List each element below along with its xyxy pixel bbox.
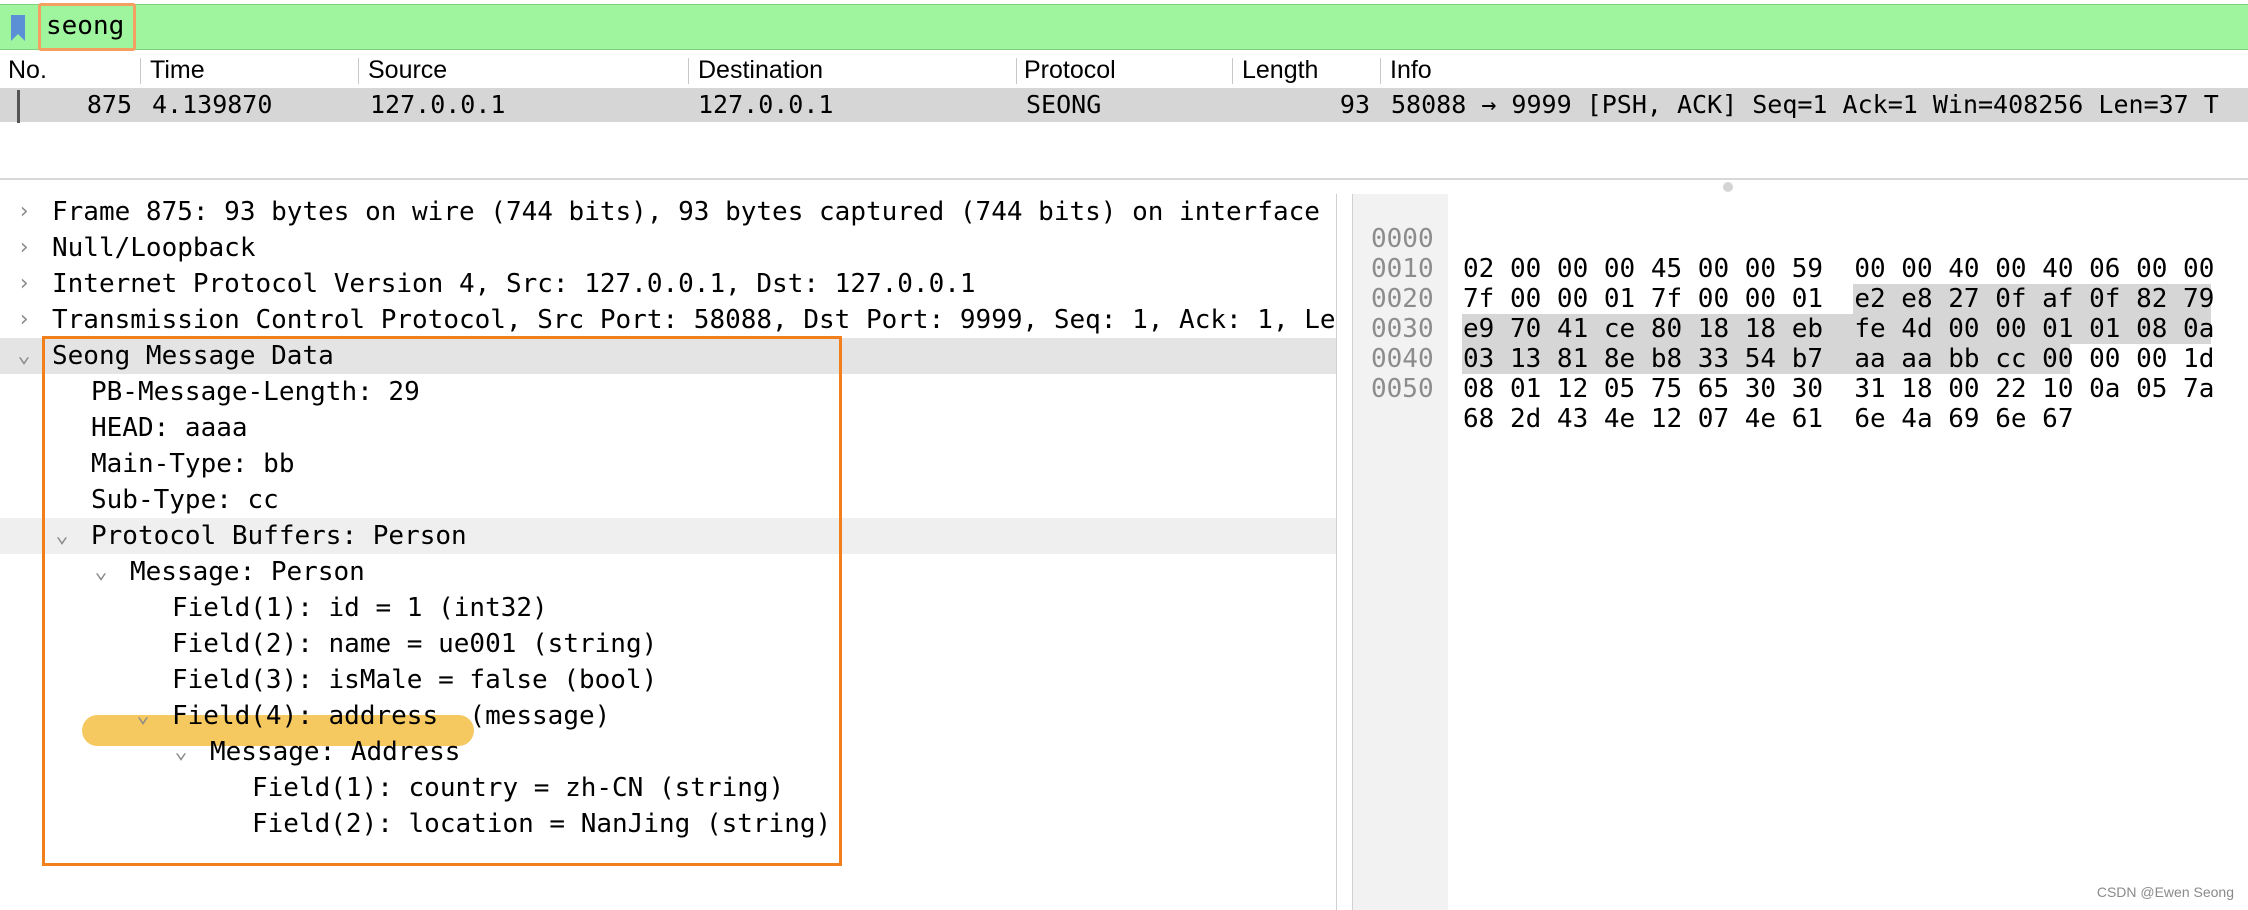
hex-bytes: 7f 00 00 01 7f 00 00 01 e2 e8 27 0f af 0… bbox=[1463, 284, 2215, 314]
packet-list-header: No. Time Source Destination Protocol Len… bbox=[0, 52, 2248, 86]
hex-row[interactable]: 0000 02 00 00 00 45 00 00 59 00 00 40 00… bbox=[1353, 194, 2214, 284]
hex-row[interactable]: 0050 68 2d 43 4e 12 07 4e 61 6e 4a 69 6e… bbox=[1353, 344, 2073, 434]
tree-label: Transmission Control Protocol, Src Port:… bbox=[52, 305, 1336, 335]
tree-label: Frame 875: 93 bytes on wire (744 bits), … bbox=[52, 197, 1320, 227]
hex-row[interactable]: 0010 7f 00 00 01 7f 00 00 01 e2 e8 27 0f… bbox=[1353, 224, 2214, 314]
pane-divider[interactable] bbox=[1336, 194, 1337, 910]
row-source: 127.0.0.1 bbox=[370, 90, 506, 119]
column-length[interactable]: Length bbox=[1234, 52, 1380, 86]
packet-bytes-pane: 0000 02 00 00 00 45 00 00 59 00 00 40 00… bbox=[1352, 194, 2248, 910]
hex-row[interactable]: 0040 08 01 12 05 75 65 30 30 31 18 00 22… bbox=[1353, 314, 2214, 404]
column-time[interactable]: Time bbox=[142, 52, 358, 86]
row-info: 58088 → 9999 [PSH, ACK] Seq=1 Ack=1 Win=… bbox=[1391, 90, 2219, 119]
hex-bytes: 08 01 12 05 75 65 30 30 31 18 00 22 10 0… bbox=[1463, 374, 2215, 404]
column-no[interactable]: No. bbox=[0, 52, 140, 86]
pane-splitter[interactable] bbox=[0, 178, 2248, 180]
tree-row-null-loopback[interactable]: › Null/Loopback bbox=[0, 230, 1336, 266]
row-time: 4.139870 bbox=[152, 90, 273, 119]
display-filter-bar[interactable]: seong bbox=[0, 4, 2248, 50]
tree-row-ipv4[interactable]: › Internet Protocol Version 4, Src: 127.… bbox=[0, 266, 1336, 302]
row-destination: 127.0.0.1 bbox=[698, 90, 834, 119]
column-info[interactable]: Info bbox=[1382, 52, 2248, 86]
packet-row-selected[interactable]: 875 4.139870 127.0.0.1 127.0.0.1 SEONG 9… bbox=[0, 88, 2248, 122]
watermark: CSDN @Ewen Seong bbox=[2096, 884, 2234, 900]
row-related-marker bbox=[17, 90, 20, 123]
bookmark-icon[interactable] bbox=[9, 14, 27, 42]
hex-bytes: 03 13 81 8e b8 33 54 b7 aa aa bb cc 00 0… bbox=[1463, 344, 2215, 374]
seong-highlight-box bbox=[42, 336, 842, 866]
chevron-right-icon[interactable]: › bbox=[14, 302, 34, 338]
column-destination[interactable]: Destination bbox=[690, 52, 1016, 86]
chevron-right-icon[interactable]: › bbox=[14, 194, 34, 230]
tree-row-frame[interactable]: › Frame 875: 93 bytes on wire (744 bits)… bbox=[0, 194, 1336, 230]
row-no: 875 bbox=[86, 90, 132, 119]
column-protocol[interactable]: Protocol bbox=[1016, 52, 1232, 86]
hex-row[interactable]: 0020 e9 70 41 ce 80 18 18 eb fe 4d 00 00… bbox=[1353, 254, 2214, 344]
hex-row[interactable]: 0030 03 13 81 8e b8 33 54 b7 aa aa bb cc… bbox=[1353, 284, 2214, 374]
tree-label: Internet Protocol Version 4, Src: 127.0.… bbox=[52, 269, 976, 299]
hex-bytes: e9 70 41 ce 80 18 18 eb fe 4d 00 00 01 0… bbox=[1463, 314, 2215, 344]
filter-highlight-box bbox=[38, 3, 136, 51]
chevron-right-icon[interactable]: › bbox=[14, 266, 34, 302]
splitter-handle[interactable] bbox=[1723, 182, 1733, 192]
column-source[interactable]: Source bbox=[360, 52, 688, 86]
chevron-down-icon[interactable]: ⌄ bbox=[14, 338, 34, 374]
hex-offset: 0050 bbox=[1371, 374, 1434, 404]
tree-row-tcp[interactable]: › Transmission Control Protocol, Src Por… bbox=[0, 302, 1336, 338]
hex-bytes: 02 00 00 00 45 00 00 59 00 00 40 00 40 0… bbox=[1463, 254, 2215, 284]
row-length: 93 bbox=[1339, 90, 1370, 119]
row-protocol: SEONG bbox=[1026, 90, 1102, 119]
chevron-right-icon[interactable]: › bbox=[14, 230, 34, 266]
tree-label: Null/Loopback bbox=[52, 233, 256, 263]
hex-bytes: 68 2d 43 4e 12 07 4e 61 6e 4a 69 6e 67 bbox=[1463, 404, 2074, 434]
